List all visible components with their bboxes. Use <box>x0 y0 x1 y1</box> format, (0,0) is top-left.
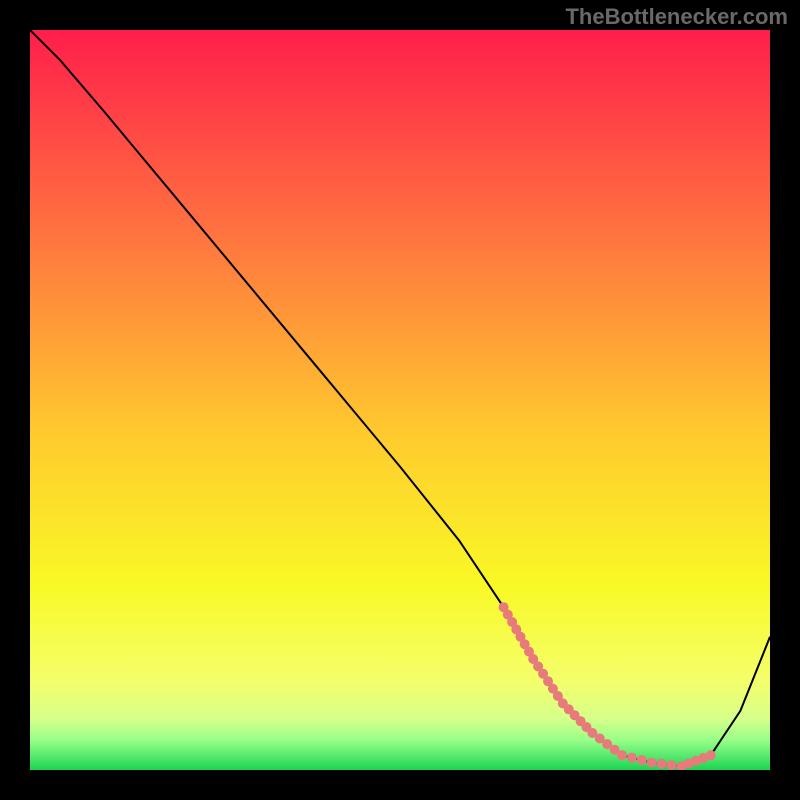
highlight-dot <box>637 755 647 765</box>
gradient-rect <box>30 30 770 770</box>
watermark-text: TheBottlenecker.com <box>565 4 788 30</box>
chart-plot-area <box>30 30 770 770</box>
highlight-dot <box>706 750 716 760</box>
highlight-dot <box>666 760 676 770</box>
highlight-dot <box>657 759 667 769</box>
highlight-dot <box>617 750 627 760</box>
highlight-dot <box>627 753 637 763</box>
chart-svg <box>30 30 770 770</box>
highlight-dot <box>647 758 657 768</box>
